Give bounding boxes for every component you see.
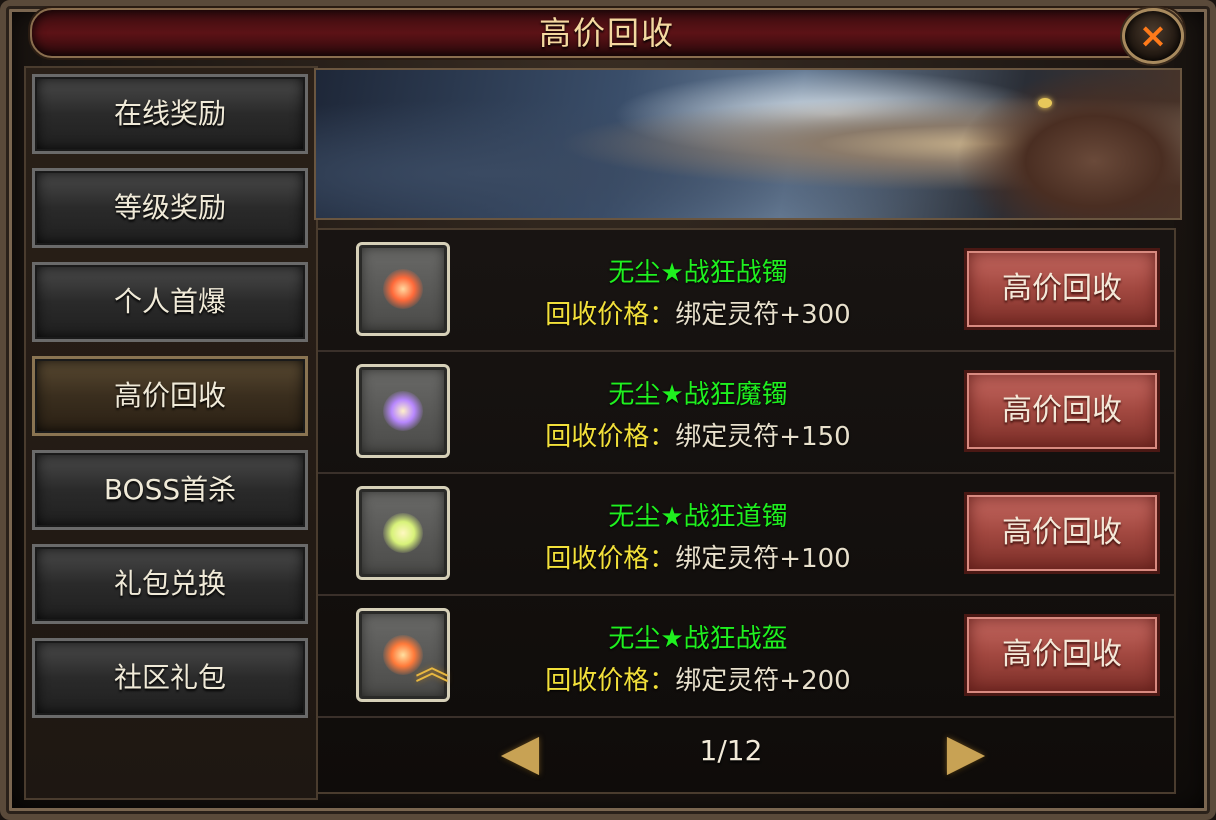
item-price: 回收价格：绑定灵符+200 [458, 660, 938, 697]
item-glow [383, 391, 423, 431]
sidebar: 在线奖励 等级奖励 个人首爆 高价回收 BOSS首杀 礼包兑换 社区礼包 [24, 66, 318, 800]
sidebar-item-label: 个人首爆 [113, 285, 226, 318]
item-price: 回收价格：绑定灵符+150 [458, 416, 938, 453]
item-name: 无尘★战狂战盔 [608, 624, 788, 654]
price-value: 绑定灵符+100 [675, 544, 851, 574]
price-label: 回收价格： [545, 300, 676, 330]
sidebar-item-label: BOSS首杀 [103, 473, 237, 506]
sidebar-item-online-reward[interactable]: 在线奖励 [32, 74, 308, 154]
item-name: 无尘★战狂魔镯 [608, 380, 788, 410]
title-bar: 高价回收 [30, 8, 1184, 58]
sidebar-item-boss-first-kill[interactable]: BOSS首杀 [32, 450, 308, 530]
bracelet-icon[interactable] [356, 486, 450, 580]
chevron-right-icon: ▶ [946, 723, 986, 781]
sidebar-item-personal-first-drop[interactable]: 个人首爆 [32, 262, 308, 342]
sidebar-item-community-gift[interactable]: 社区礼包 [32, 638, 308, 718]
item-glow [383, 269, 423, 309]
price-value: 绑定灵符+200 [675, 666, 851, 696]
item-price: 回收价格：绑定灵符+300 [458, 294, 938, 331]
dragon-eye [1038, 98, 1052, 108]
sidebar-item-label: 等级奖励 [113, 191, 226, 224]
chevron-left-icon: ◀ [500, 723, 540, 781]
price-label: 回收价格： [545, 666, 676, 696]
item-name: 无尘★战狂道镯 [608, 502, 788, 532]
next-page-button[interactable]: ▶ [938, 724, 994, 780]
bracelet-icon[interactable] [356, 242, 450, 336]
sidebar-item-label: 礼包兑换 [113, 567, 226, 600]
price-label: 回收价格： [545, 544, 676, 574]
sidebar-item-gift-redeem[interactable]: 礼包兑换 [32, 544, 308, 624]
item-glow [383, 513, 423, 553]
page-indicator: 1/12 [699, 734, 763, 767]
item-name: 无尘★战狂战镯 [608, 258, 788, 288]
sidebar-item-label: 高价回收 [113, 379, 226, 412]
item-price: 回收价格：绑定灵符+100 [458, 538, 938, 575]
list-item: 无尘★战狂道镯 回收价格：绑定灵符+100 高价回收 [318, 474, 1174, 596]
price-label: 回收价格： [545, 422, 676, 452]
sidebar-item-label: 社区礼包 [113, 661, 226, 694]
banner-image [314, 68, 1182, 220]
window-title: 高价回收 [538, 14, 675, 52]
close-icon: × [1138, 16, 1168, 56]
recycle-button[interactable]: 高价回收 [964, 492, 1160, 574]
sidebar-item-level-reward[interactable]: 等级奖励 [32, 168, 308, 248]
price-value: 绑定灵符+300 [675, 300, 851, 330]
dragon-illustration [956, 70, 1180, 218]
bracelet-icon[interactable] [356, 364, 450, 458]
pagination: ◀ 1/12 ▶ [316, 710, 1176, 794]
list-item: 无尘★战狂战镯 回收价格：绑定灵符+300 高价回收 [318, 230, 1174, 352]
list-item: 无尘★战狂魔镯 回收价格：绑定灵符+150 高价回收 [318, 352, 1174, 474]
price-value: 绑定灵符+150 [675, 422, 851, 452]
recycle-button[interactable]: 高价回收 [964, 370, 1160, 452]
recycle-button[interactable]: 高价回收 [964, 248, 1160, 330]
sidebar-item-label: 在线奖励 [113, 97, 226, 130]
close-button[interactable]: × [1122, 8, 1184, 64]
recycle-button[interactable]: 高价回收 [964, 614, 1160, 696]
sidebar-item-high-price-recycle[interactable]: 高价回收 [32, 356, 308, 436]
prev-page-button[interactable]: ◀ [492, 724, 548, 780]
scroll-up-icon[interactable]: ︽ [414, 648, 450, 688]
